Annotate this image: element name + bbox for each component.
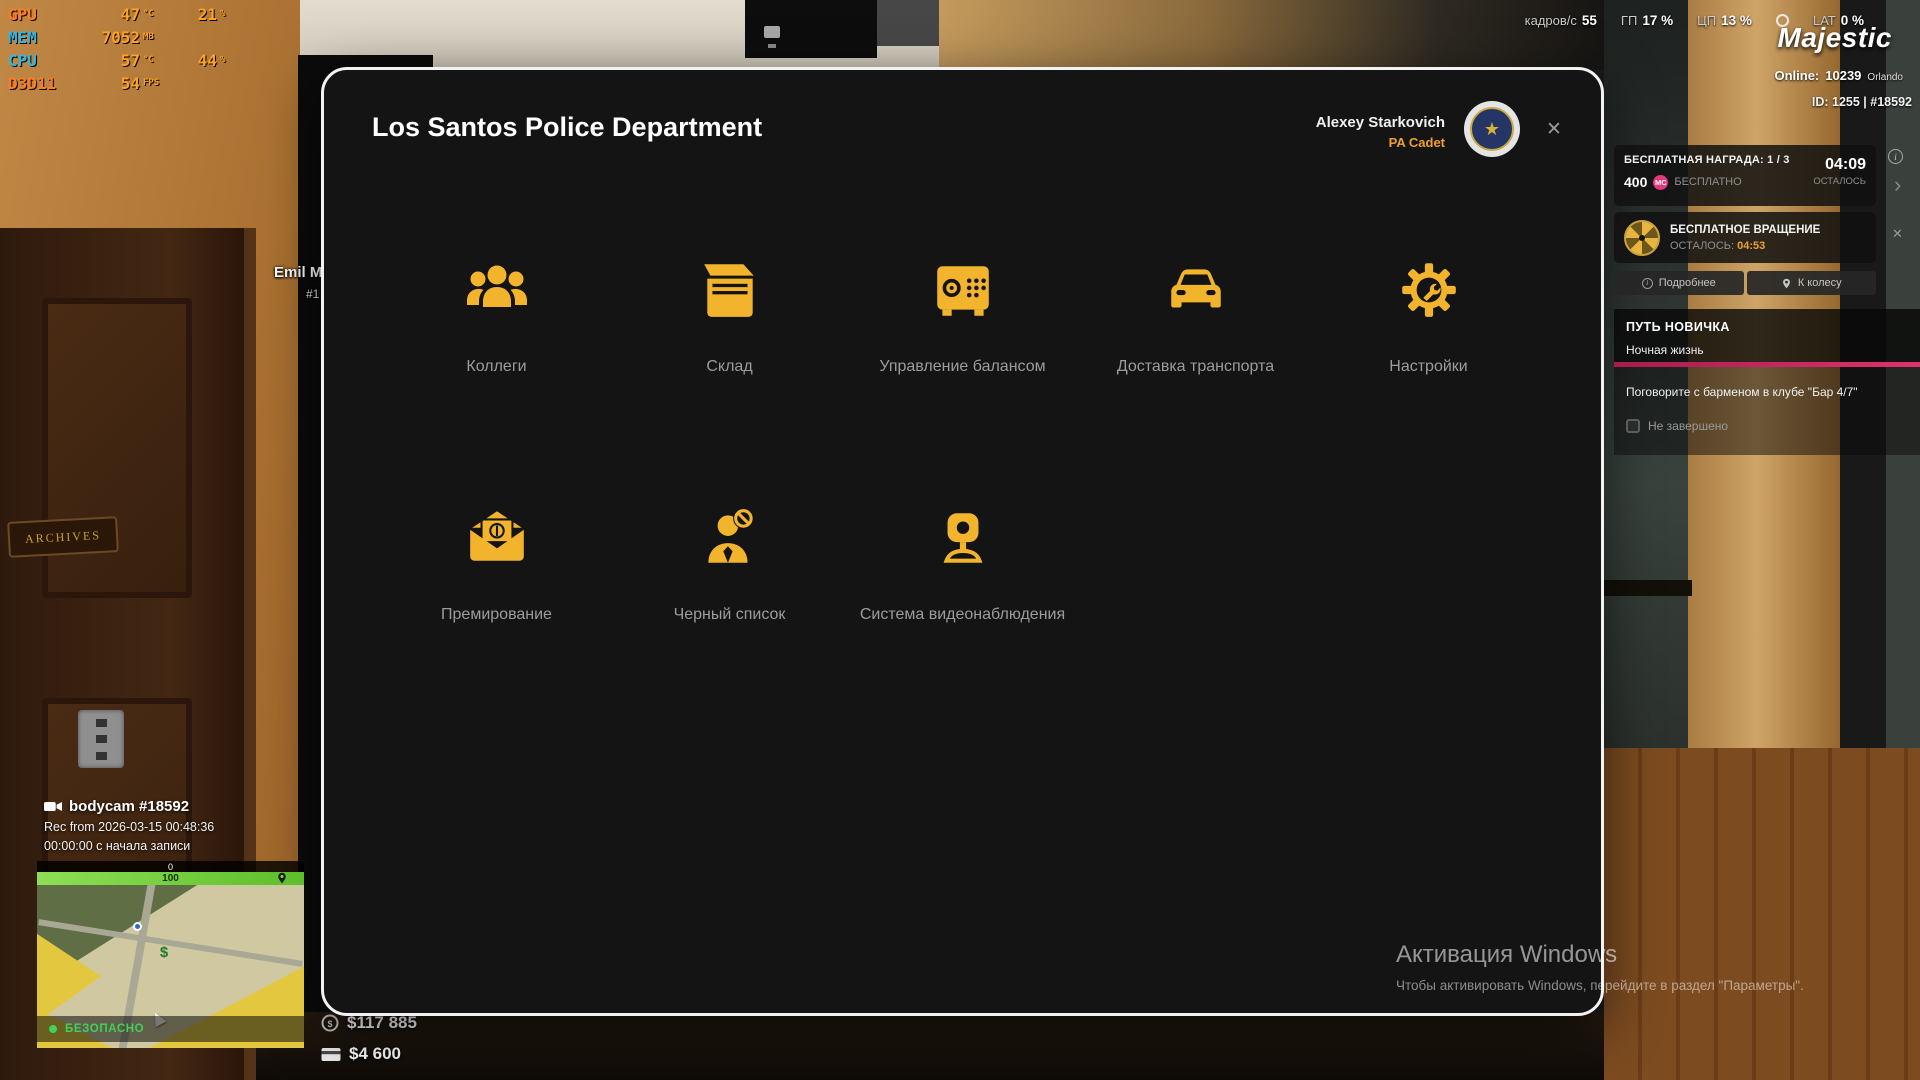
gear-wrench-icon <box>1396 256 1462 324</box>
newbie-path-subtitle: Ночная жизнь <box>1626 343 1704 357</box>
people-icon <box>461 256 533 324</box>
majestic-logo: Majestic <box>1778 22 1893 54</box>
cpu-load: ЦП13 % <box>1697 13 1752 28</box>
reward-amount: 400 <box>1624 174 1647 190</box>
perf-row-fps: D3D1154FPS <box>8 74 258 97</box>
storage-icon <box>697 256 763 324</box>
windows-watermark: Активация Windows Чтобы активировать Win… <box>1396 941 1804 993</box>
wheel-icon <box>1624 220 1660 256</box>
player-name: Alexey Starkovich <box>1316 114 1445 131</box>
blacklist-icon <box>697 504 763 572</box>
safezone-indicator: БЕЗОПАСНО <box>37 1016 304 1042</box>
security-camera <box>764 26 780 38</box>
menu-item-colleagues[interactable]: Коллеги <box>380 256 613 376</box>
task-status-label: Не завершено <box>1648 419 1728 433</box>
task-panel: Поговорите с барменом в клубе "Бар 4/7" … <box>1614 367 1920 455</box>
menu-item-label: Управление балансом <box>879 358 1045 376</box>
menu-item-cctv[interactable]: Система видеонаблюдения <box>846 504 1079 624</box>
badge-star-icon: ★ <box>1470 107 1514 151</box>
newbie-path-panel: ПУТЬ НОВИЧКА Ночная жизнь <box>1614 309 1920 367</box>
info-icon[interactable]: i <box>1888 149 1903 164</box>
close-icon[interactable]: ✕ <box>1546 118 1562 141</box>
details-button[interactable]: i Подробнее <box>1614 271 1744 295</box>
to-wheel-button[interactable]: К колесу <box>1747 271 1877 295</box>
minimap: 0 100 $ БЕЗОПАСНО <box>37 861 304 1048</box>
checkbox[interactable] <box>1626 419 1640 433</box>
performance-overlay: GPU47°C21% MEM7052MB CPU57°C44% D3D1154F… <box>8 5 258 97</box>
gpu-load: ГП17 % <box>1621 13 1673 28</box>
menu-item-blacklist[interactable]: Черный список <box>613 504 846 624</box>
health-bar: 100 <box>37 872 304 885</box>
player-id: ID: 1255 | #18592 <box>1812 95 1912 109</box>
menu-item-label: Склад <box>706 358 752 376</box>
ceiling-vent <box>877 0 939 46</box>
bodycam-title: bodycam #18592 <box>69 798 189 815</box>
player-nametag: Emil M #1 <box>274 264 322 301</box>
menu-item-label: Система видеонаблюдения <box>860 606 1065 624</box>
bank-card-icon <box>321 1047 341 1062</box>
dollar-marker-icon: $ <box>160 944 168 961</box>
menu-item-balance[interactable]: Управление балансом <box>846 256 1079 376</box>
cash-icon: $ <box>321 1014 339 1032</box>
menu-item-label: Доставка транспорта <box>1117 358 1274 376</box>
map-pin-icon <box>276 870 288 886</box>
menu-item-label: Премирование <box>441 606 552 624</box>
lspd-dialog: Los Santos Police Department Alexey Star… <box>321 67 1604 1016</box>
menu-item-label: Коллеги <box>466 358 526 376</box>
menu-item-label: Настройки <box>1389 358 1467 376</box>
perf-row-gpu: GPU47°C21% <box>8 5 258 28</box>
bank-row: $4 600 <box>321 1043 417 1065</box>
dialog-title: Los Santos Police Department <box>372 112 762 143</box>
free-spin-card: БЕСПЛАТНОЕ ВРАЩЕНИЕ ОСТАЛОСЬ: 04:53 <box>1614 212 1876 263</box>
nametag-id: #1 <box>306 287 322 301</box>
mc-coin-icon: МС <box>1653 175 1668 190</box>
player-info: Alexey Starkovich PA Cadet <box>1316 114 1445 150</box>
archives-sign: ARCHIVES <box>7 516 119 558</box>
railing <box>1604 580 1692 596</box>
cctv-icon <box>930 504 996 572</box>
light-switch-panel <box>78 710 124 768</box>
task-status-row: Не завершено <box>1626 419 1728 433</box>
newbie-path-title: ПУТЬ НОВИЧКА <box>1626 320 1730 334</box>
floor-shadow <box>256 1012 1604 1080</box>
fps-counter: кадров/с55 <box>1525 13 1597 28</box>
menu-grid: Коллеги Склад <box>380 256 1545 624</box>
money-hud: $ $117 885 $4 600 <box>321 1012 417 1074</box>
perf-row-cpu: CPU57°C44% <box>8 51 258 74</box>
menu-item-warehouse[interactable]: Склад <box>613 256 846 376</box>
wood-floor <box>1604 748 1920 1080</box>
server-name: Orlando <box>1867 72 1903 83</box>
close-icon[interactable]: ✕ <box>1892 226 1903 242</box>
online-counter: Online: 10239 Orlando <box>1774 68 1903 83</box>
menu-item-settings[interactable]: Настройки <box>1312 256 1545 376</box>
reward-timer: 04:09 ОСТАЛОСЬ <box>1813 156 1866 187</box>
chevron-right-icon[interactable]: › <box>1894 172 1901 198</box>
map-pin-icon <box>1781 277 1792 290</box>
video-camera-icon <box>44 800 62 813</box>
safe-icon <box>930 256 996 324</box>
bodycam-rec-line: Rec from 2026-03-15 00:48:36 <box>44 820 214 834</box>
lspd-badge-logo: ★ <box>1464 101 1520 157</box>
nametag-name: Emil M <box>274 264 322 281</box>
wall-top-right <box>939 0 1604 70</box>
ability-bar: 0 <box>37 861 304 872</box>
spin-actions: i Подробнее К колесу <box>1614 271 1876 295</box>
svg-text:$: $ <box>327 1019 332 1029</box>
task-text: Поговорите с барменом в клубе "Бар 4/7" <box>1626 385 1858 399</box>
bodycam-overlay: bodycam #18592 Rec from 2026-03-15 00:48… <box>44 798 214 853</box>
menu-item-label: Черный список <box>674 606 786 624</box>
bodycam-elapsed-line: 00:00:00 с начала записи <box>44 839 214 853</box>
menu-item-vehicle-delivery[interactable]: Доставка транспорта <box>1079 256 1312 376</box>
spin-title: БЕСПЛАТНОЕ ВРАЩЕНИЕ <box>1670 224 1820 236</box>
bonus-envelope-icon <box>464 504 530 572</box>
perf-row-mem: MEM7052MB <box>8 28 258 51</box>
safe-dot-icon <box>49 1025 57 1033</box>
reward-free-label: БЕСПЛАТНО <box>1674 176 1741 188</box>
car-icon <box>1163 256 1229 324</box>
info-icon: i <box>1642 278 1653 289</box>
spin-timer: ОСТАЛОСЬ: 04:53 <box>1670 240 1820 252</box>
free-reward-card: БЕСПЛАТНАЯ НАГРАДА: 1 / 3 400 МС БЕСПЛАТ… <box>1614 145 1876 206</box>
menu-item-bonus[interactable]: Премирование <box>380 504 613 624</box>
player-rank: PA Cadet <box>1316 135 1445 150</box>
